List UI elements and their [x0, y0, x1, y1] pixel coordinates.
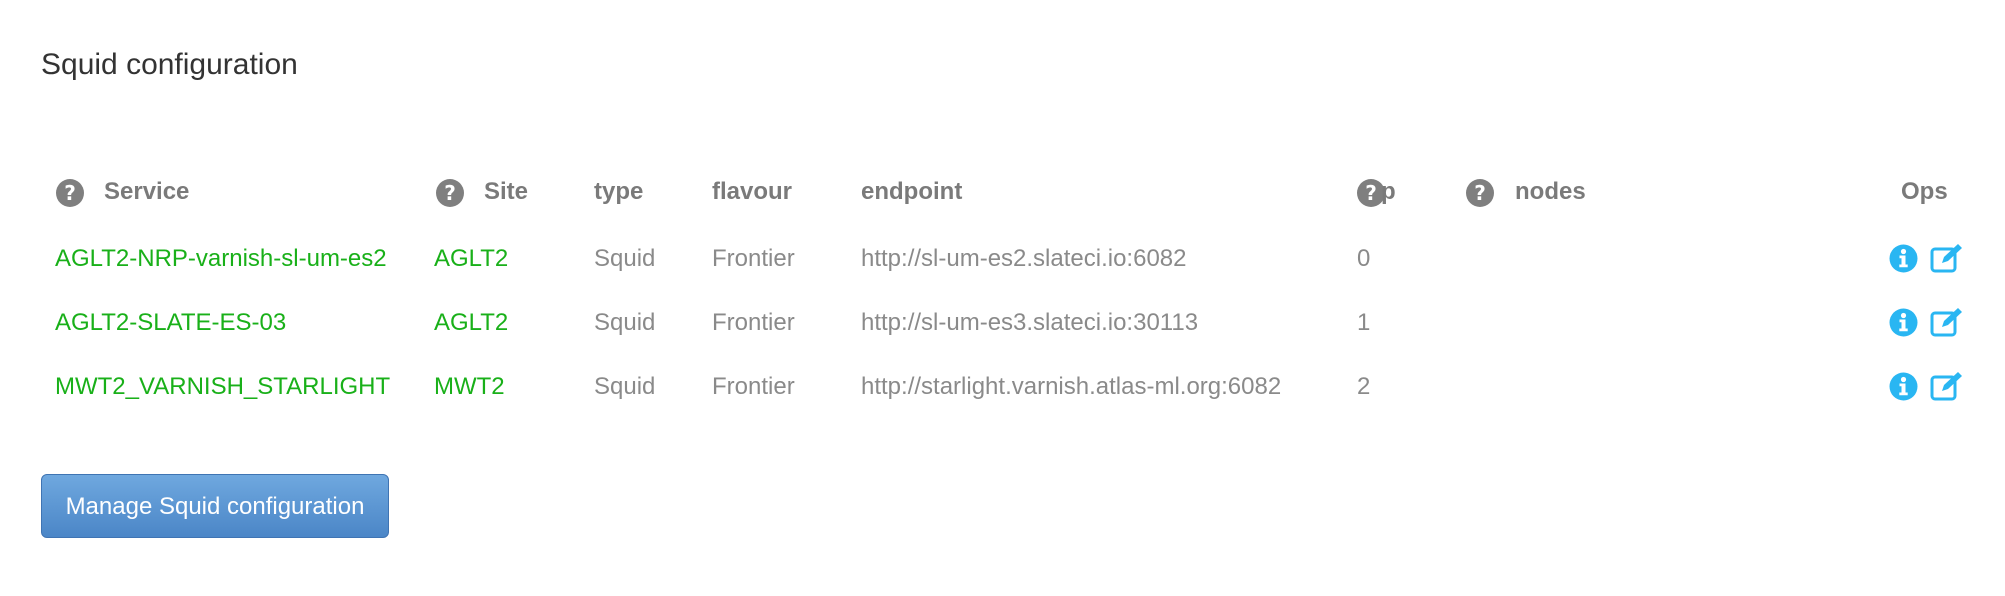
info-circle-icon[interactable]	[1889, 244, 1918, 273]
row-site-link[interactable]: AGLT2	[434, 243, 508, 275]
info-circle-icon[interactable]	[1889, 308, 1918, 337]
row-p: 2	[1357, 373, 1371, 400]
row-service-link[interactable]: AGLT2-SLATE-ES-03	[55, 307, 410, 339]
row-type: Squid	[594, 245, 656, 272]
header-site[interactable]: Site	[484, 176, 528, 208]
header-type[interactable]: type	[594, 176, 643, 208]
site-help-icon[interactable]: ?	[436, 179, 464, 207]
row-ops	[1889, 308, 1966, 337]
edit-icon[interactable]	[1930, 244, 1966, 273]
header-service[interactable]: Service	[104, 176, 189, 208]
manage-squid-configuration-button[interactable]: Manage Squid configuration	[41, 474, 389, 538]
nodes-help-icon[interactable]: ?	[1466, 179, 1494, 207]
header-ops: Ops	[1901, 178, 1948, 205]
edit-icon[interactable]	[1930, 372, 1966, 401]
service-help-icon[interactable]: ?	[56, 179, 84, 207]
row-flavour: Frontier	[712, 373, 795, 400]
page-title: Squid configuration	[41, 48, 298, 81]
row-ops	[1889, 372, 1966, 401]
row-site-link[interactable]: MWT2	[434, 371, 505, 403]
row-p: 0	[1357, 245, 1371, 272]
header-flavour[interactable]: flavour	[712, 176, 792, 208]
info-circle-icon[interactable]	[1889, 372, 1918, 401]
row-type: Squid	[594, 373, 656, 400]
row-endpoint: http://sl-um-es3.slateci.io:30113	[861, 309, 1199, 336]
header-p[interactable]: p	[1381, 176, 1396, 208]
row-endpoint: http://starlight.varnish.atlas-ml.org:60…	[861, 373, 1282, 400]
row-type: Squid	[594, 309, 656, 336]
row-flavour: Frontier	[712, 309, 795, 336]
edit-icon[interactable]	[1930, 308, 1966, 337]
row-p: 1	[1357, 309, 1371, 336]
row-flavour: Frontier	[712, 245, 795, 272]
row-service-link[interactable]: AGLT2-NRP-varnish-sl-um-es2	[55, 243, 410, 275]
header-endpoint[interactable]: endpoint	[861, 176, 962, 208]
header-nodes[interactable]: nodes	[1515, 176, 1586, 208]
row-ops	[1889, 244, 1966, 273]
row-service-link[interactable]: MWT2_VARNISH_STARLIGHT	[55, 371, 410, 403]
row-site-link[interactable]: AGLT2	[434, 307, 508, 339]
row-endpoint: http://sl-um-es2.slateci.io:6082	[861, 245, 1187, 272]
